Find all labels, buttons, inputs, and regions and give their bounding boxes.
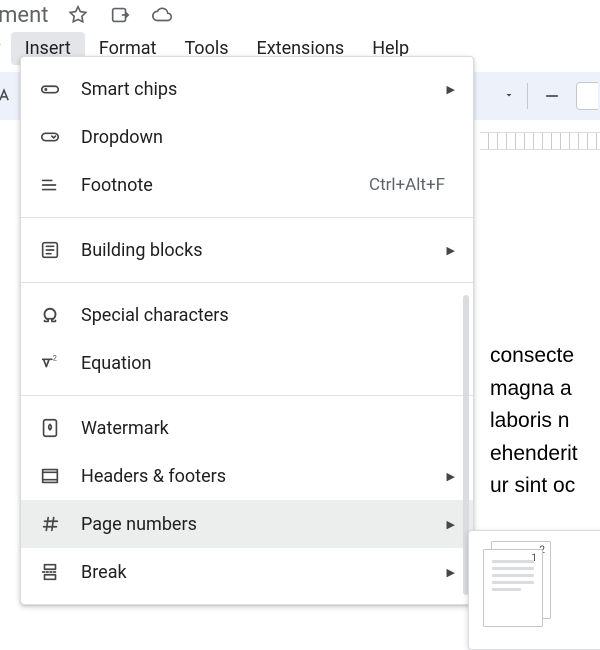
chevron-down-icon[interactable] [503,89,515,104]
building-blocks-icon [37,237,63,263]
zoom-out-button[interactable] [540,84,564,108]
ruler[interactable] [480,132,600,150]
menu-break[interactable]: Break ▶ [21,548,473,596]
menu-footnote[interactable]: Footnote Ctrl+Alt+F [21,161,473,209]
document-body-text[interactable]: consecte magna a laboris n ehenderit ur … [490,340,600,503]
doc-title-fragment[interactable]: ument [0,3,48,28]
footnote-icon [37,172,63,198]
page-number-option-top-right[interactable]: 2 1 [483,545,553,629]
titlebar: ument [0,0,600,30]
chevron-right-icon: ▶ [447,470,455,483]
star-icon[interactable] [66,3,90,27]
cloud-status-icon[interactable] [150,3,174,27]
menu-smart-chips[interactable]: Smart chips ▶ [21,65,473,113]
equation-icon: 2 [37,350,63,376]
separator [21,217,473,218]
menu-building-blocks[interactable]: Building blocks ▶ [21,226,473,274]
separator [21,395,473,396]
zoom-level-field[interactable] [576,82,598,110]
headers-footers-icon [37,463,63,489]
menu-watermark[interactable]: Watermark [21,404,473,452]
menu-special-characters[interactable]: Special characters [21,291,473,339]
watermark-icon [37,415,63,441]
menu-item-cutoff[interactable]: v [0,32,11,65]
svg-text:2: 2 [53,353,57,362]
separator [21,282,473,283]
page-numbers-submenu: 2 1 [468,530,600,650]
hash-icon [37,511,63,537]
omega-icon [37,302,63,328]
dropdown-icon [37,124,63,150]
chevron-right-icon: ▶ [447,83,455,96]
menu-equation[interactable]: 2 Equation [21,339,473,387]
chevron-right-icon: ▶ [447,566,455,579]
menu-headers-footers[interactable]: Headers & footers ▶ [21,452,473,500]
menu-dropdown[interactable]: Dropdown [21,113,473,161]
page-break-icon [37,559,63,585]
menu-page-numbers[interactable]: Page numbers ▶ [21,500,473,548]
smart-chips-icon [37,76,63,102]
move-icon[interactable] [108,3,132,27]
chevron-right-icon: ▶ [447,244,455,257]
separator [527,83,528,109]
chevron-right-icon: ▶ [447,518,455,531]
insert-menu-dropdown: Smart chips ▶ Dropdown Footnote Ctrl+Alt… [20,56,474,605]
